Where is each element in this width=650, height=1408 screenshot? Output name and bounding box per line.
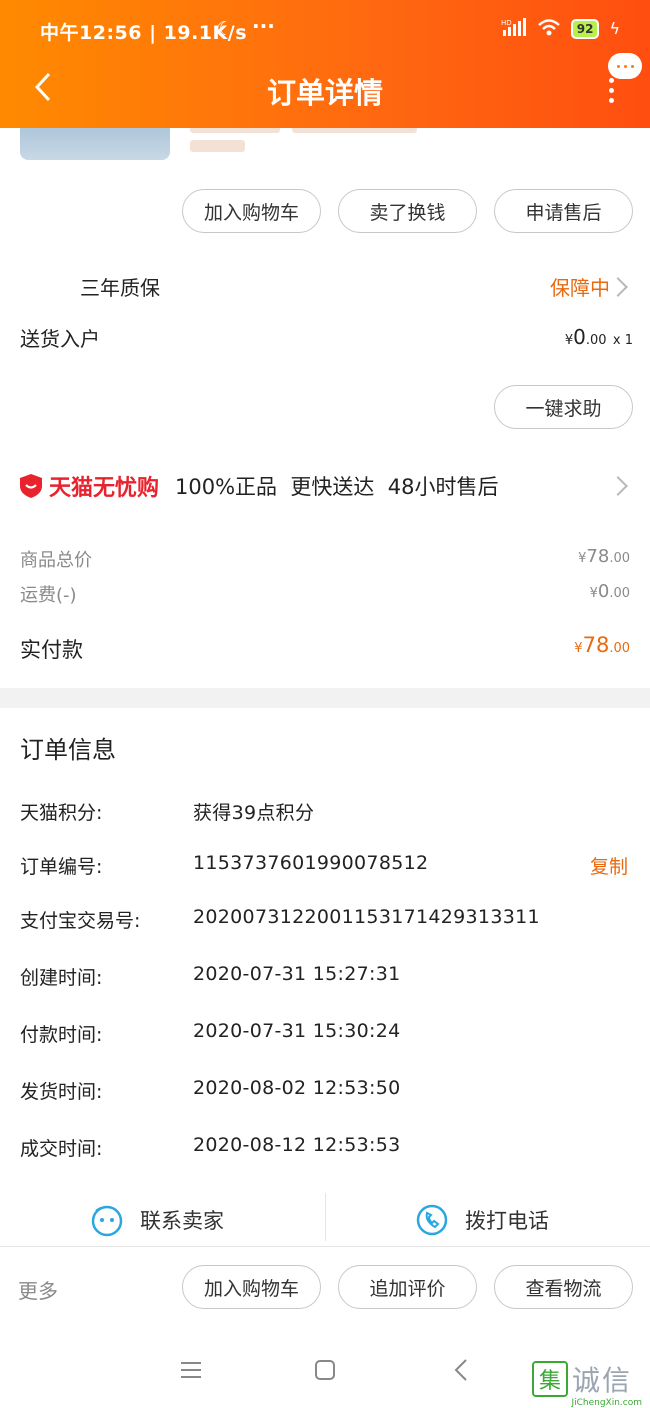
info-value: 2020073122001153171429313311 — [193, 906, 540, 928]
info-label: 付款时间: — [20, 1024, 103, 1046]
menu-icon[interactable] — [180, 1360, 202, 1380]
watermark-url: JiChengXin.com — [571, 1398, 642, 1408]
copy-button[interactable]: 复制 — [590, 852, 628, 879]
warranty-status[interactable]: 保障中 — [550, 272, 610, 301]
info-row-paid: 付款时间: 2020-07-31 15:30:24 — [0, 1020, 650, 1050]
view-logistics-button[interactable]: 查看物流 — [494, 1265, 633, 1309]
svg-text:HD: HD — [501, 19, 512, 27]
bottom-bar-divider — [0, 1246, 650, 1247]
info-row-points: 天猫积分: 获得39点积分 — [0, 798, 650, 828]
battery-indicator: 92 — [570, 18, 600, 39]
after-sale-button[interactable]: 申请售后 — [494, 189, 633, 233]
watermark-logo: 集 — [532, 1361, 568, 1397]
info-label: 天猫积分: — [20, 802, 103, 824]
status-icons: HD 92 ϟ — [501, 18, 620, 39]
section-divider — [0, 688, 650, 708]
info-row-alipay-number: 支付宝交易号: 2020073122001153171429313311 — [0, 906, 650, 936]
info-value: 获得39点积分 — [193, 802, 315, 824]
info-row-created: 创建时间: 2020-07-31 15:27:31 — [0, 963, 650, 993]
info-value: 2020-07-31 15:27:31 — [193, 963, 401, 985]
contact-bar: 联系卖家 拨打电话 — [0, 1193, 650, 1247]
info-label: 订单编号: — [20, 856, 103, 878]
moon-icon: ☾ — [216, 18, 234, 40]
info-row-order-number: 订单编号: 1153737601990078512 复制 — [0, 852, 650, 882]
info-label: 成交时间: — [20, 1138, 103, 1160]
warranty-name: 三年质保 — [80, 276, 160, 300]
more-status-icon: ··· — [252, 14, 275, 38]
more-menu-button[interactable] — [609, 78, 615, 108]
delivery-price: ¥0.00 x 1 — [564, 325, 633, 349]
phone-icon — [416, 1204, 448, 1236]
chevron-right-icon — [608, 277, 628, 297]
contact-separator — [325, 1193, 326, 1241]
call-phone-button[interactable]: 拨打电话 — [415, 1193, 549, 1247]
goods-total-label: 商品总价 — [20, 550, 92, 571]
tmall-worry-free-banner[interactable]: 天猫无忧购 100%正品 更快送达 48小时售后 — [18, 470, 498, 502]
contact-seller-button[interactable]: 联系卖家 — [90, 1193, 224, 1247]
tmall-shield-icon — [20, 474, 42, 498]
site-watermark: 集 诚信 — [532, 1355, 644, 1403]
more-link[interactable]: 更多 — [18, 1275, 58, 1304]
add-review-button[interactable]: 追加评价 — [338, 1265, 477, 1309]
shipping-label: 运费(-) — [20, 585, 77, 606]
delivery-service-name: 送货入户 — [20, 327, 100, 351]
add-to-cart-button[interactable]: 加入购物车 — [182, 189, 321, 233]
tmall-brand: 天猫无忧购 — [49, 476, 160, 501]
order-info-title: 订单信息 — [20, 736, 116, 764]
info-label: 发货时间: — [20, 1081, 103, 1103]
charging-icon: ϟ — [609, 19, 620, 38]
wifi-icon — [537, 18, 561, 39]
order-number-value: 1153737601990078512 — [193, 852, 429, 874]
info-value: 2020-08-02 12:53:50 — [193, 1077, 401, 1099]
one-click-help-button[interactable]: 一键求助 — [494, 385, 633, 429]
tmall-features: 100%正品 更快送达 48小时售后 — [175, 475, 499, 499]
signal-icon: HD — [501, 18, 527, 39]
chevron-right-icon — [608, 476, 628, 496]
shipping-value: ¥0.00 — [589, 581, 630, 602]
info-row-completed: 成交时间: 2020-08-12 12:53:53 — [0, 1134, 650, 1164]
contact-seller-label: 联系卖家 — [140, 1209, 224, 1233]
info-label: 支付宝交易号: — [20, 910, 141, 932]
home-icon[interactable] — [314, 1359, 336, 1381]
message-bubble-icon[interactable] — [608, 53, 642, 79]
info-row-shipped: 发货时间: 2020-08-02 12:53:50 — [0, 1077, 650, 1107]
sell-for-cash-button[interactable]: 卖了换钱 — [338, 189, 477, 233]
paid-label: 实付款 — [20, 638, 83, 662]
info-label: 创建时间: — [20, 967, 103, 989]
page-title: 订单详情 — [266, 76, 383, 110]
chat-face-icon — [91, 1205, 123, 1237]
info-value: 2020-08-12 12:53:53 — [193, 1134, 401, 1156]
bottom-add-to-cart-button[interactable]: 加入购物车 — [182, 1265, 321, 1309]
goods-total-value: ¥78.00 — [578, 546, 630, 567]
info-value: 2020-07-31 15:30:24 — [193, 1020, 401, 1042]
paid-value: ¥78.00 — [574, 633, 630, 657]
watermark-text: 诚信 — [572, 1364, 633, 1397]
back-nav-icon[interactable] — [454, 1358, 468, 1382]
app-header: 中午12:56 | 19.1K/s ☾ ··· HD 92 ϟ 订单详情 — [0, 0, 650, 128]
call-phone-label: 拨打电话 — [465, 1209, 549, 1233]
